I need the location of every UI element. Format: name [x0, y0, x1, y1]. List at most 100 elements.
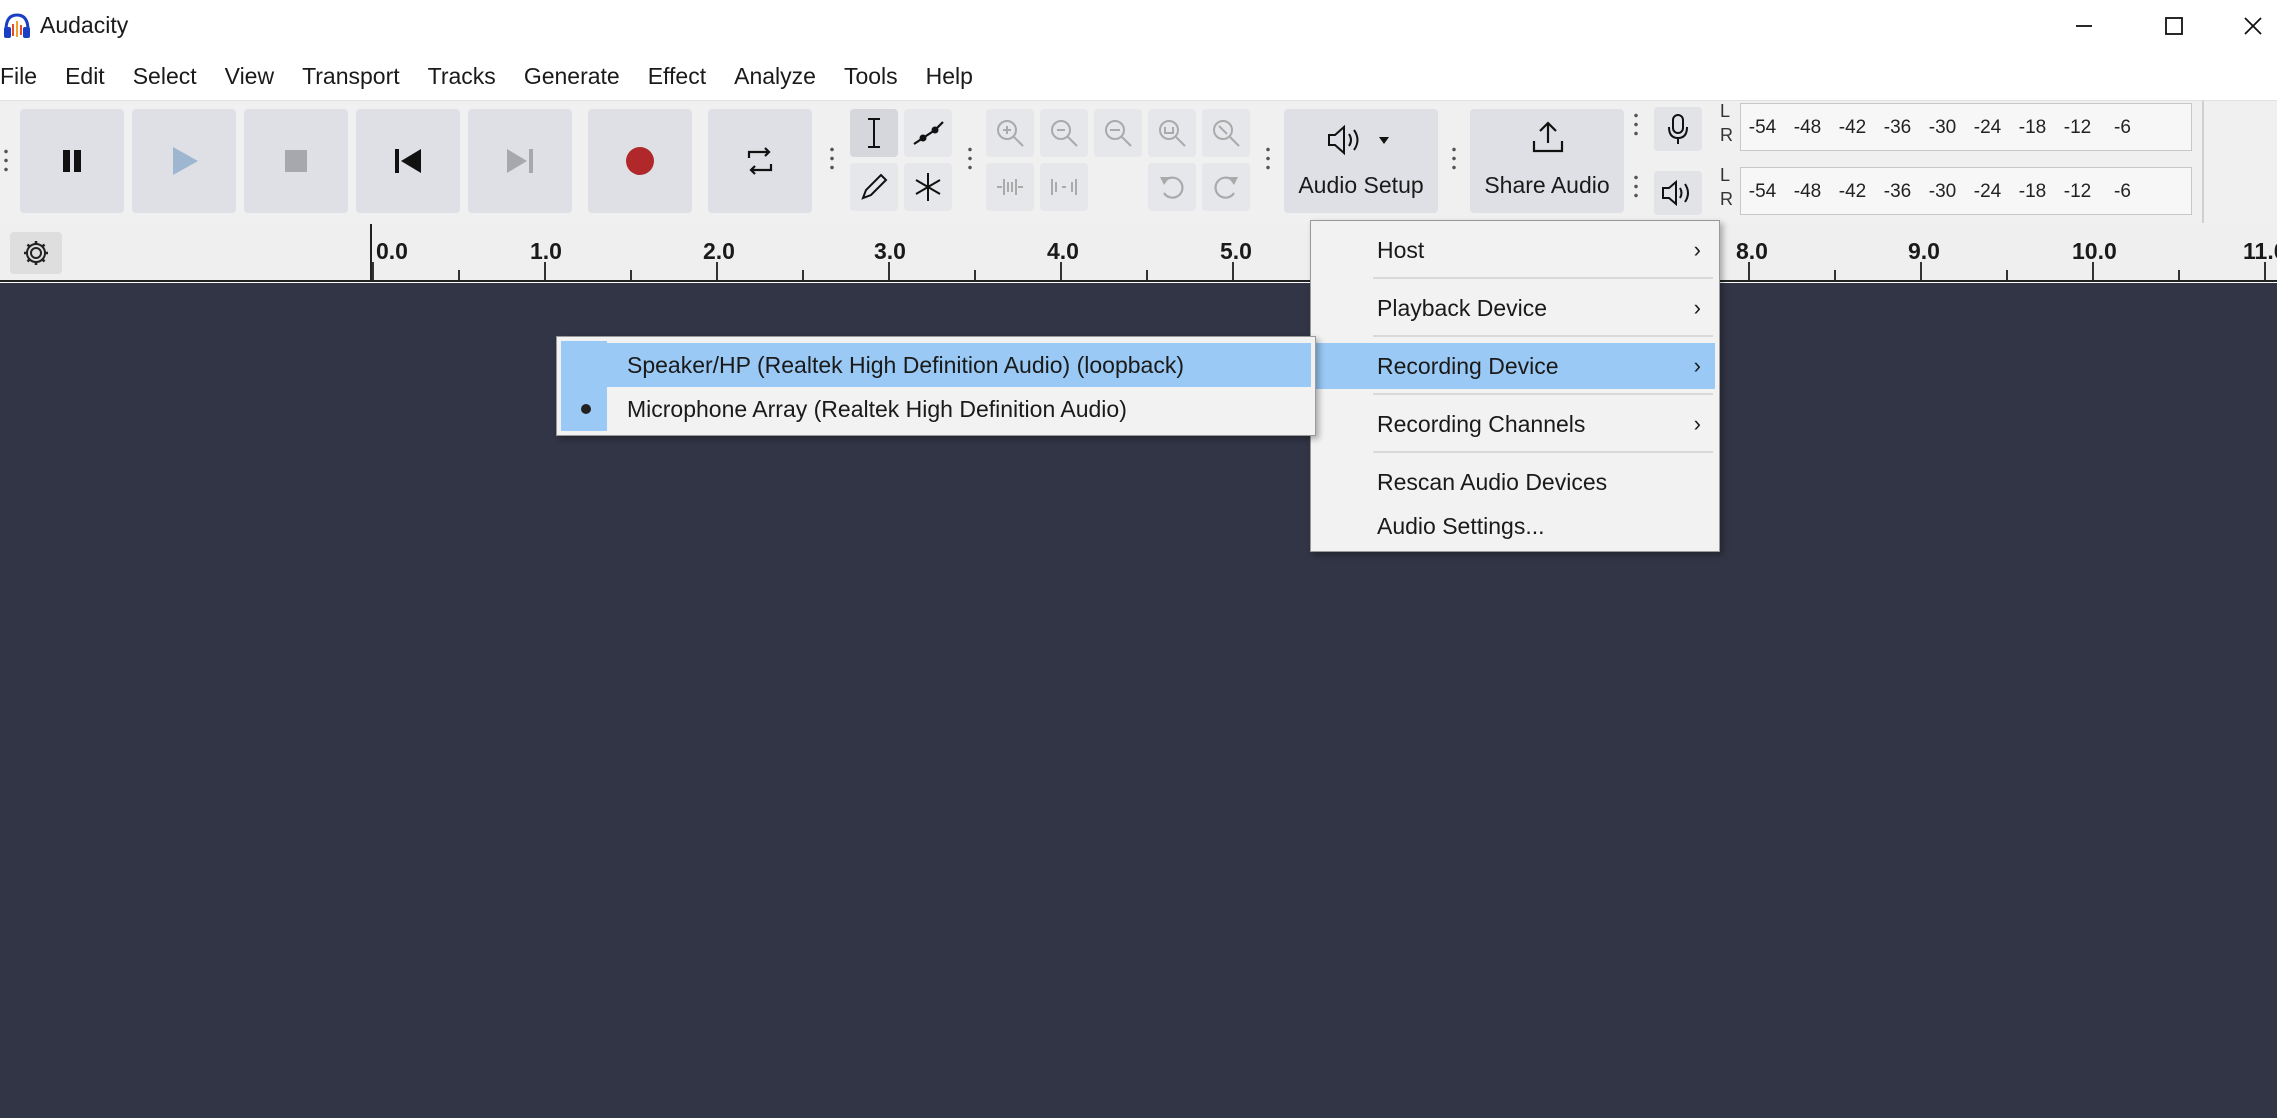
ruler-tick [1146, 270, 1148, 280]
meter-tick: -12 [2063, 181, 2092, 202]
pencil-icon [861, 173, 888, 200]
ruler-label: 10.0 [2072, 238, 2117, 264]
ruler-label: 4.0 [1047, 238, 1079, 264]
menu-analyze[interactable]: Analyze [720, 56, 830, 96]
ruler-tick [2264, 262, 2266, 280]
chevron-right-icon: › [1693, 237, 1701, 262]
microphone-icon [1668, 114, 1688, 144]
loop-button[interactable] [708, 109, 812, 213]
playback-meter-grip[interactable] [1632, 173, 1640, 201]
menu-item-label: Playback Device [1377, 295, 1548, 321]
menu-separator [1373, 451, 1713, 453]
meter-channel-l: L [1720, 165, 1731, 185]
meter-tick: -30 [1928, 117, 1957, 138]
draw-tool-button[interactable] [850, 163, 898, 211]
device-option-label: Speaker/HP (Realtek High Definition Audi… [627, 352, 1184, 378]
skip-to-start-icon [395, 149, 421, 173]
playback-meter[interactable]: L R -54 -48 -42 -36 -30 -24 -18 -12 -6 [1718, 165, 2196, 215]
chevron-right-icon: › [1693, 411, 1701, 436]
stop-button[interactable] [244, 109, 348, 213]
menu-select[interactable]: Select [119, 56, 211, 96]
fit-selection-button[interactable] [1094, 109, 1142, 157]
close-icon [2243, 17, 2262, 35]
timeline-settings-button[interactable] [10, 232, 62, 274]
silence-audio-button[interactable] [1040, 163, 1088, 211]
menu-file[interactable]: File [0, 56, 51, 96]
share-grip[interactable] [1450, 145, 1458, 173]
meter-tick: -42 [1838, 117, 1867, 138]
ruler-tick [372, 262, 374, 280]
menu-item-label: Rescan Audio Devices [1377, 469, 1608, 495]
ruler-tick [716, 262, 718, 280]
menu-separator [1373, 393, 1713, 395]
audio-setup-grip[interactable] [1264, 145, 1272, 173]
recording-device-option[interactable]: Microphone Array (Realtek High Definitio… [561, 387, 1311, 431]
zoom-in-button[interactable] [986, 109, 1034, 157]
menu-item-host[interactable]: Host › [1315, 227, 1715, 273]
menu-item-recording-channels[interactable]: Recording Channels › [1315, 401, 1715, 447]
menu-tracks[interactable]: Tracks [414, 56, 510, 96]
menu-item-rescan-audio-devices[interactable]: Rescan Audio Devices [1315, 459, 1715, 505]
ruler-tick [2178, 270, 2180, 280]
close-button[interactable] [2228, 0, 2277, 52]
ruler-label: 9.0 [1908, 238, 1940, 264]
meter-tick: -24 [1973, 181, 2002, 202]
envelope-tool-button[interactable] [904, 109, 952, 157]
maximize-icon [2165, 17, 2183, 35]
recording-device-option[interactable]: Speaker/HP (Realtek High Definition Audi… [561, 343, 1311, 387]
menu-bar: File Edit Select View Transport Tracks G… [0, 56, 987, 96]
ruler-tick [802, 270, 804, 280]
menu-view[interactable]: View [211, 56, 288, 96]
menu-tools[interactable]: Tools [830, 56, 912, 96]
loop-icon [747, 147, 773, 175]
menu-effect[interactable]: Effect [634, 56, 720, 96]
tools-grip[interactable] [828, 145, 836, 173]
playback-meter-button[interactable] [1654, 171, 1702, 215]
menu-item-label: Audio Settings... [1377, 513, 1545, 539]
chevron-right-icon: › [1693, 295, 1701, 320]
zoom-toggle-button[interactable] [1202, 109, 1250, 157]
undo-button[interactable] [1148, 163, 1196, 211]
edit-grip[interactable] [966, 145, 974, 173]
audio-setup-label: Audio Setup [1298, 172, 1424, 198]
minimize-button[interactable] [2048, 0, 2120, 52]
trim-audio-button[interactable] [986, 163, 1034, 211]
record-meter-button[interactable] [1654, 107, 1702, 151]
radio-selected-icon [581, 404, 591, 414]
meter-ticks: -54 -48 -42 -36 -30 -24 -18 -12 -6 [1740, 181, 2145, 203]
play-button[interactable] [132, 109, 236, 213]
zoom-fit-icon [1159, 120, 1186, 147]
fit-project-button[interactable] [1148, 109, 1196, 157]
stop-icon [285, 150, 307, 172]
audio-setup-menu: Host › Playback Device › Recording Devic… [1310, 220, 1720, 552]
skip-to-start-button[interactable] [356, 109, 460, 213]
menu-transport[interactable]: Transport [288, 56, 414, 96]
multi-tool-button[interactable] [904, 163, 952, 211]
redo-button[interactable] [1202, 163, 1250, 211]
share-audio-button[interactable]: Share Audio [1470, 109, 1624, 213]
speaker-icon [1662, 179, 1689, 207]
menu-item-audio-settings[interactable]: Audio Settings... [1315, 503, 1715, 549]
maximize-button[interactable] [2138, 0, 2210, 52]
menu-item-recording-device[interactable]: Recording Device › [1315, 343, 1715, 389]
toolbar-grip[interactable] [2, 147, 10, 175]
selection-tool-button[interactable] [850, 109, 898, 157]
record-meter-grip[interactable] [1632, 111, 1640, 139]
menu-generate[interactable]: Generate [510, 56, 634, 96]
record-button[interactable] [588, 109, 692, 213]
menu-edit[interactable]: Edit [51, 56, 119, 96]
envelope-icon [913, 121, 944, 145]
toolbar: Audio Setup Share Audio L R -54 -48 -42 … [0, 100, 2277, 224]
recording-device-submenu: Speaker/HP (Realtek High Definition Audi… [556, 336, 1316, 436]
ruler-label: 8.0 [1736, 238, 1768, 264]
meter-tick: -48 [1793, 181, 1822, 202]
pause-button[interactable] [20, 109, 124, 213]
menu-item-playback-device[interactable]: Playback Device › [1315, 285, 1715, 331]
skip-to-end-button[interactable] [468, 109, 572, 213]
zoom-out-button[interactable] [1040, 109, 1088, 157]
ruler-label: 11.0 [2243, 238, 2277, 264]
ruler-tick [630, 270, 632, 280]
menu-help[interactable]: Help [912, 56, 987, 96]
audio-setup-button[interactable]: Audio Setup [1284, 109, 1438, 213]
recording-meter[interactable]: L R -54 -48 -42 -36 -30 -24 -18 -12 -6 [1718, 101, 2196, 151]
